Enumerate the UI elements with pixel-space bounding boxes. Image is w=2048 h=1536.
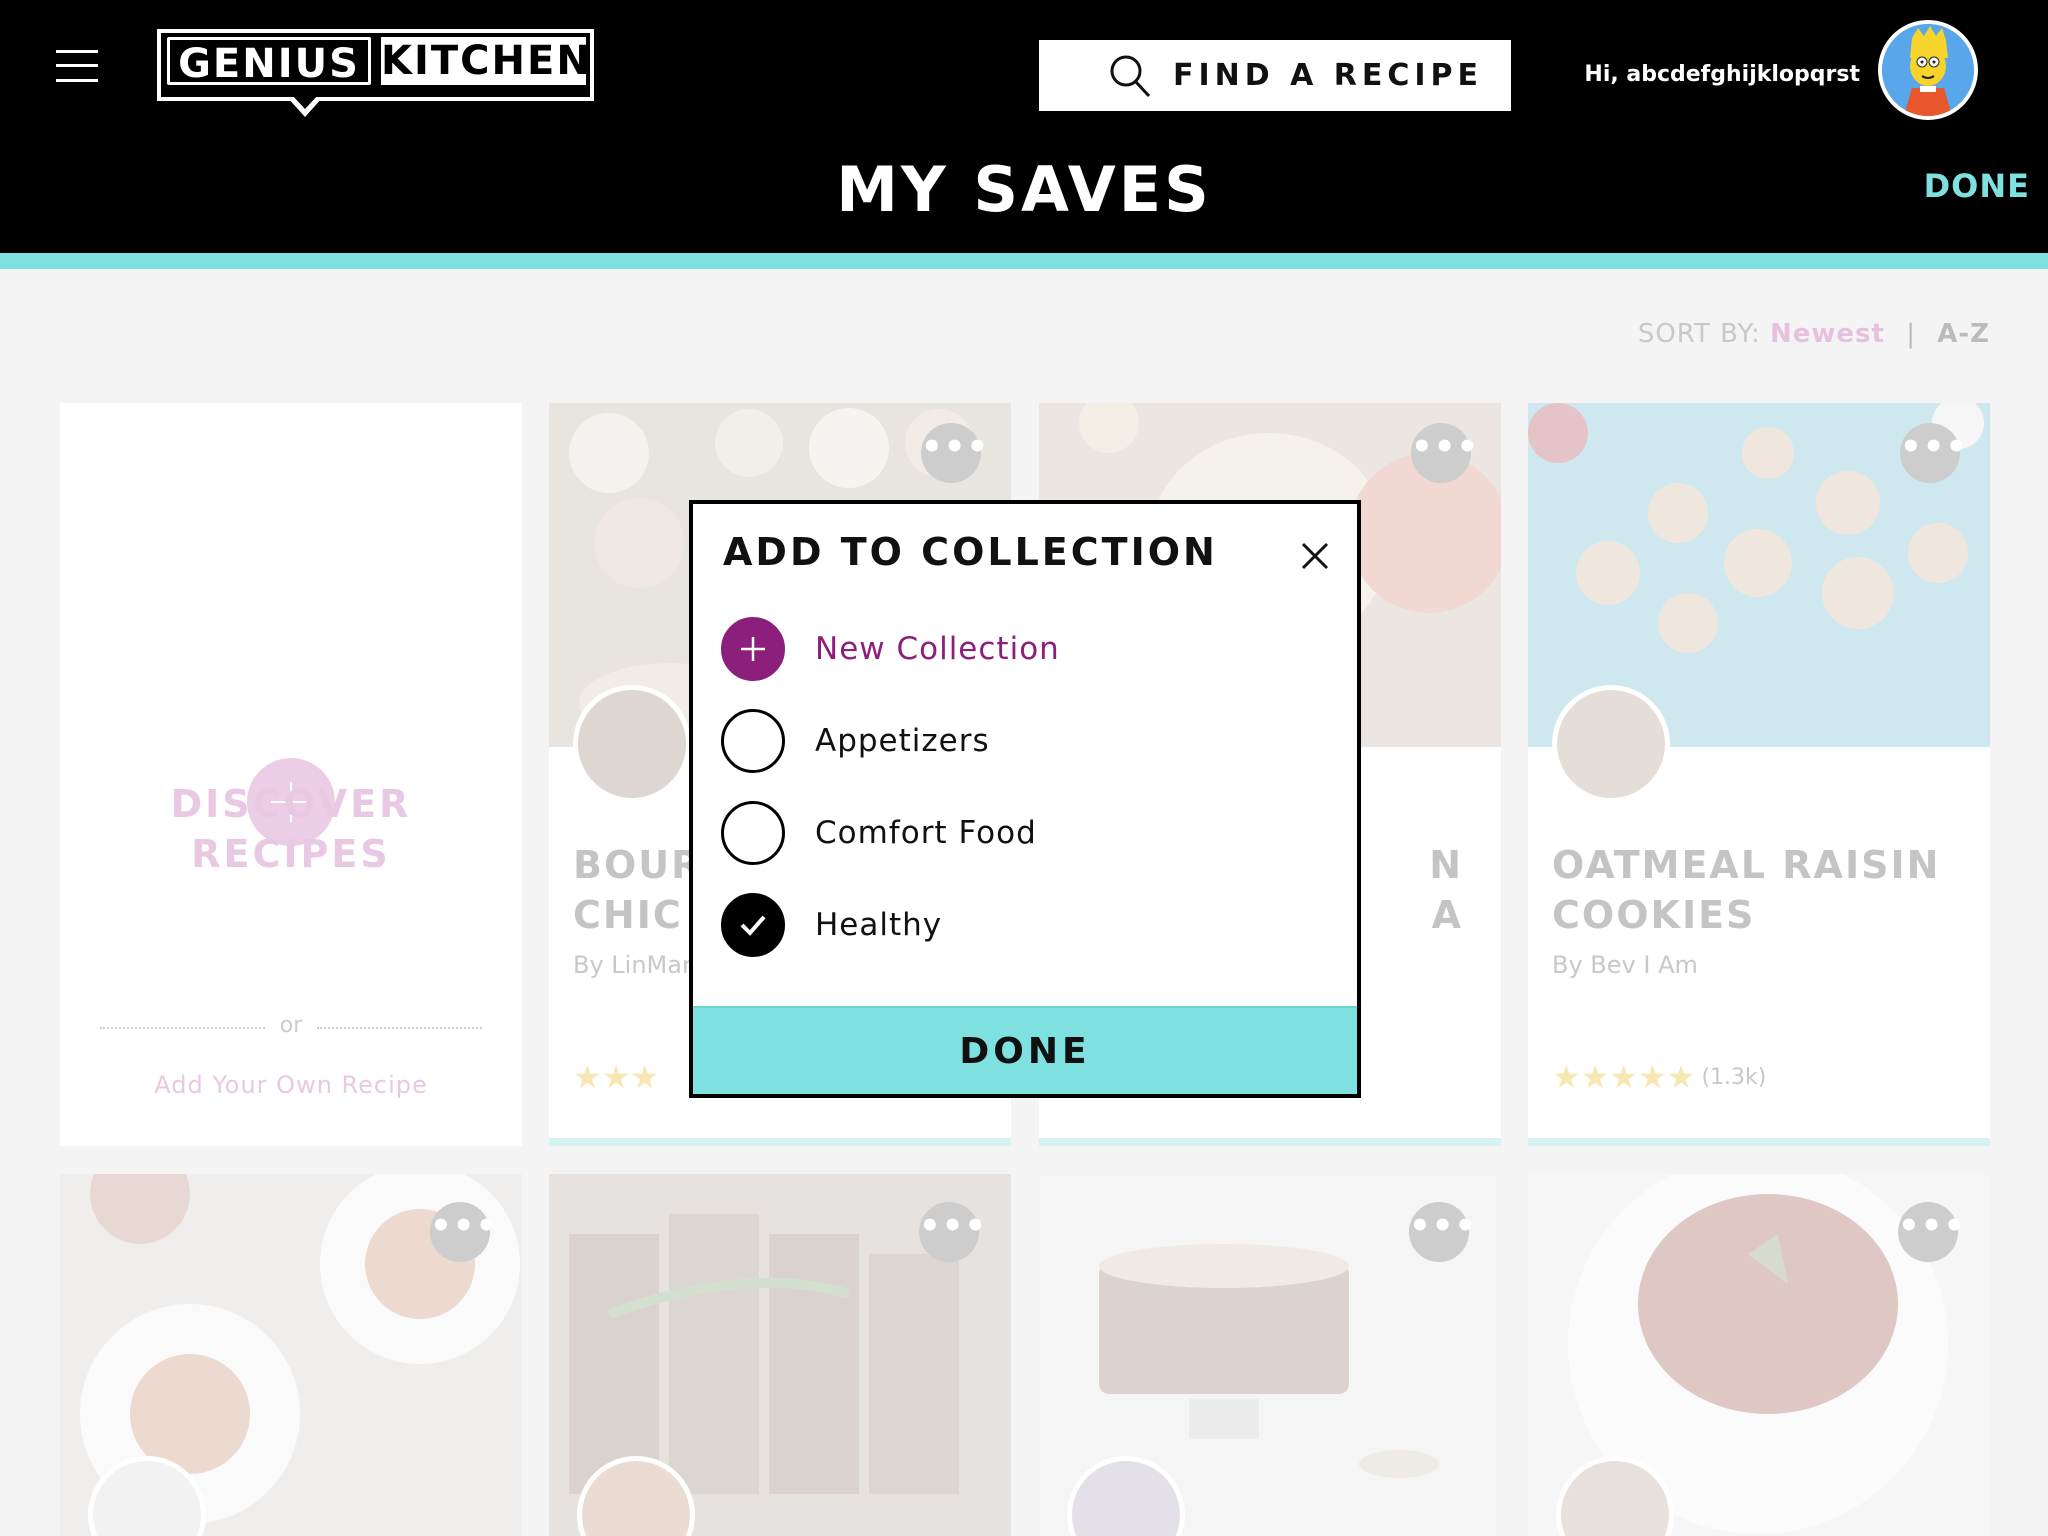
close-icon[interactable] [1297, 538, 1333, 574]
search-label: FIND A RECIPE [1173, 58, 1484, 93]
genius-kitchen-logo[interactable]: GENIUS KITCHEN [157, 29, 594, 119]
user-avatar[interactable] [1878, 20, 1978, 120]
star-icons: ★★★★★ [1552, 1058, 1696, 1096]
user-greeting: Hi, abcdefghijklopqrst [1584, 62, 1860, 87]
plus-icon [721, 617, 785, 681]
more-options-button[interactable]: ••• [1411, 423, 1478, 483]
card-accent [549, 1138, 1011, 1146]
page-title: MY SAVES [836, 153, 1212, 226]
add-to-collection-modal: ADD TO COLLECTION New Collection Appetiz… [689, 500, 1361, 1098]
author-avatar[interactable] [1552, 685, 1670, 803]
sort-prefix: SORT BY: [1637, 319, 1761, 349]
recipe-card[interactable]: ••• [1528, 1174, 1990, 1536]
option-label: Comfort Food [815, 815, 1037, 851]
sort-separator: | [1906, 319, 1916, 349]
more-options-button[interactable]: ••• [921, 423, 988, 483]
more-options-button[interactable]: ••• [430, 1202, 497, 1262]
sort-newest-option[interactable]: Newest [1770, 319, 1885, 349]
sort-az-option[interactable]: A-Z [1937, 319, 1990, 349]
recipe-card[interactable]: ••• OATMEAL RAISIN COOKIES By Bev I Am ★… [1528, 403, 1990, 1146]
more-options-button[interactable]: ••• [919, 1202, 986, 1262]
recipe-card[interactable]: ••• [1039, 1174, 1501, 1536]
option-appetizers[interactable]: Appetizers [721, 709, 1321, 777]
option-label: Appetizers [815, 723, 990, 759]
rating-stars: ★★★ [573, 1058, 660, 1096]
discover-line2[interactable]: RECIPES [60, 829, 522, 879]
more-options-button[interactable]: ••• [1409, 1202, 1476, 1262]
modal-title: ADD TO COLLECTION [723, 530, 1218, 574]
radio-unchecked-icon [721, 801, 785, 865]
discover-recipes-card: DISCOVER RECIPES or Add Your Own Recipe [60, 403, 522, 1146]
option-new-collection[interactable]: New Collection [721, 617, 1321, 685]
recipe-title-line1[interactable]: OATMEAL RAISIN [1552, 840, 1982, 890]
logo-genius-text: GENIUS [167, 37, 371, 87]
option-label: Healthy [815, 907, 943, 943]
radio-unchecked-icon [721, 709, 785, 773]
rating-count: (1.3k) [1701, 1065, 1767, 1090]
discover-line1[interactable]: DISCOVER [60, 779, 522, 829]
menu-icon[interactable] [56, 46, 100, 86]
recipe-author[interactable]: By Bev I Am [1552, 951, 1698, 979]
card-accent [1528, 1138, 1990, 1146]
rating-stars: ★★★★★ (1.3k) [1552, 1061, 1766, 1093]
option-healthy[interactable]: Healthy [721, 893, 1321, 961]
more-options-button[interactable]: ••• [1900, 423, 1967, 483]
card-accent [1039, 1138, 1501, 1146]
avatar-image [1882, 24, 1974, 116]
recipe-title-line2[interactable]: COOKIES [1552, 890, 1982, 940]
recipe-author[interactable]: By LinMar [573, 951, 692, 979]
header-done-button[interactable]: DONE [1880, 165, 2030, 207]
recipe-card[interactable]: ••• [549, 1174, 1011, 1536]
option-label: New Collection [815, 631, 1060, 667]
checkmark-icon [721, 893, 785, 957]
logo-kitchen-text: KITCHEN [381, 37, 592, 85]
header-accent-strip [0, 253, 2048, 269]
search-icon [1110, 55, 1151, 98]
option-comfort-food[interactable]: Comfort Food [721, 801, 1321, 869]
more-options-button[interactable]: ••• [1898, 1202, 1965, 1262]
author-avatar[interactable] [573, 685, 691, 803]
sort-controls: SORT BY: Newest | A-Z [1580, 316, 1990, 352]
or-divider: or [100, 1013, 482, 1043]
modal-done-button[interactable]: DONE [693, 1006, 1357, 1094]
app-header: GENIUS KITCHEN FIND A RECIPE Hi, abcdefg… [0, 0, 2048, 253]
recipe-card[interactable]: ••• [60, 1174, 522, 1536]
find-recipe-search[interactable]: FIND A RECIPE [1039, 40, 1511, 111]
add-own-recipe-link[interactable]: Add Your Own Recipe [60, 1071, 522, 1099]
